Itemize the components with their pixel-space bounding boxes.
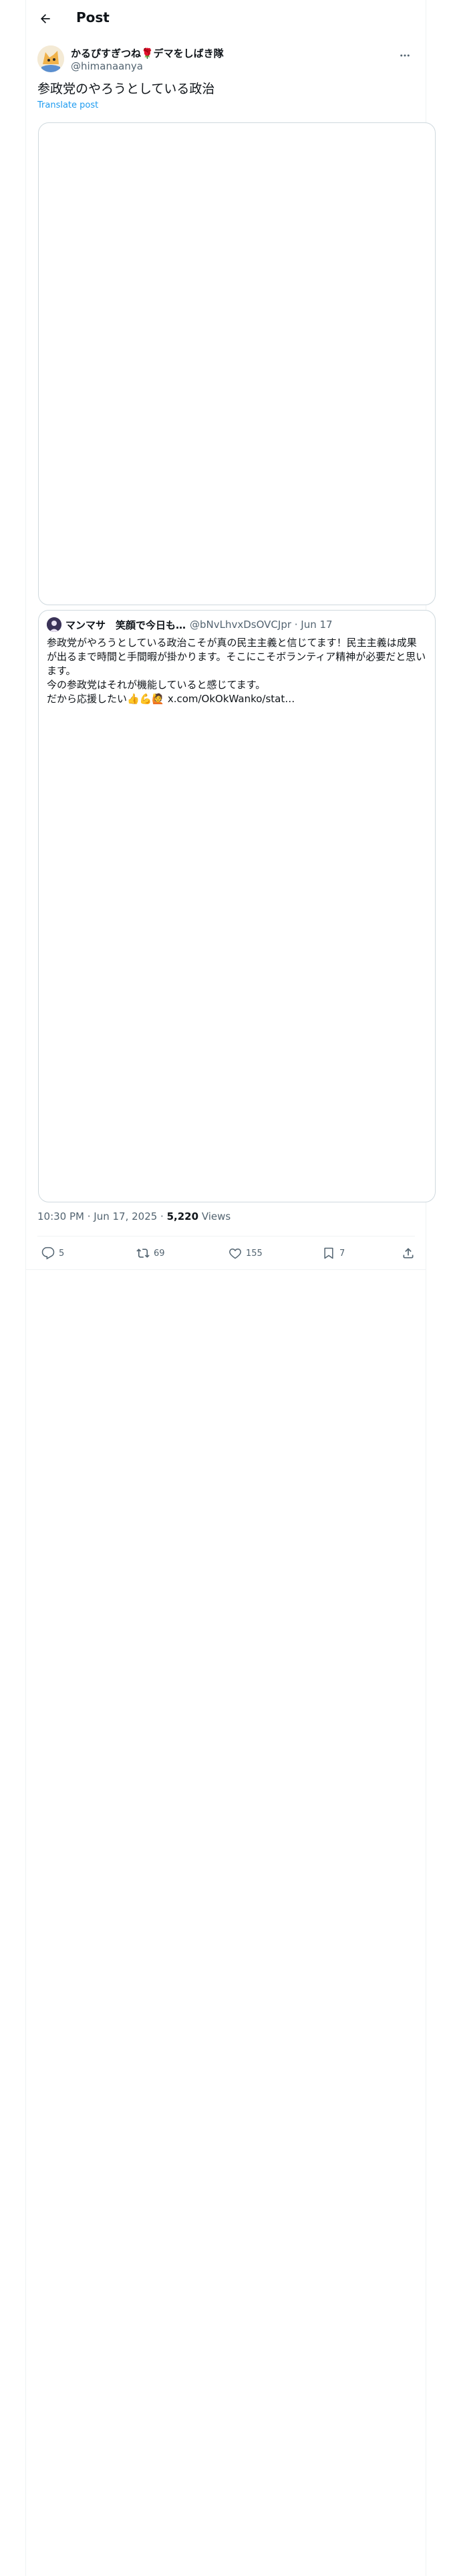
like-count: 155 [246, 1248, 263, 1259]
repost-icon [136, 1249, 150, 1258]
quoted-post[interactable]: マンマサ 笑顔で今日も… @bNvLhvxDsOVCJpr · Jun 17 参… [38, 610, 436, 1202]
back-button[interactable] [34, 7, 57, 30]
quoted-author-name: マンマサ 笑顔で今日も… [65, 619, 186, 631]
repost-button[interactable]: 69 [136, 1241, 165, 1265]
reply-icon [41, 1247, 55, 1260]
quoted-author-avatar [47, 617, 61, 632]
quoted-post-header: マンマサ 笑顔で今日も… @bNvLhvxDsOVCJpr · Jun 17 [47, 617, 333, 632]
share-button[interactable] [402, 1241, 415, 1265]
person-avatar-icon [47, 617, 61, 632]
fox-avatar-icon [37, 45, 64, 72]
post-media[interactable] [38, 122, 436, 605]
more-horizontal-icon [400, 54, 410, 57]
reply-button[interactable]: 5 [41, 1241, 64, 1265]
quoted-post-text: 参政党がやろうとしている政治こそが真の民主主義と信じてます！民主主義は成果が出る… [47, 636, 426, 706]
arrow-left-icon [41, 14, 50, 23]
author-name[interactable]: かるぴすぎつね🌹デマをしばき隊 [71, 46, 224, 60]
quoted-author-handle: @bNvLhvxDsOVCJpr · Jun 17 [190, 619, 333, 631]
bookmark-icon [324, 1247, 333, 1259]
heart-icon [229, 1248, 241, 1259]
post-time[interactable]: 10:30 PM · Jun 17, 2025 · [37, 1210, 167, 1222]
post-text: 参政党のやろうとしている政治 [37, 82, 215, 96]
post-author: かるぴすぎつね🌹デマをしばき隊 @himanaanya [37, 45, 415, 75]
quoted-post-link[interactable]: x.com/OkOkWanko/stat… [168, 693, 295, 705]
share-icon [403, 1248, 414, 1259]
repost-count: 69 [154, 1248, 165, 1259]
views-count: 5,220 [166, 1210, 199, 1222]
divider [25, 1269, 426, 1270]
like-button[interactable]: 155 [229, 1241, 263, 1265]
bookmark-button[interactable]: 7 [322, 1241, 345, 1265]
action-bar: 5 69 155 7 [37, 1241, 415, 1265]
reply-count: 5 [59, 1248, 65, 1259]
author-handle[interactable]: @himanaanya [71, 60, 143, 72]
views-label: Views [198, 1210, 231, 1222]
more-button[interactable] [395, 47, 415, 64]
translate-post-link[interactable]: Translate post [37, 100, 98, 110]
column-border-left [25, 0, 26, 2576]
post-timestamp: 10:30 PM · Jun 17, 2025 · 5,220 Views [37, 1210, 231, 1222]
page-header: Post [25, 0, 426, 35]
divider [37, 1236, 415, 1237]
page-title: Post [76, 9, 110, 25]
bookmark-count: 7 [339, 1248, 345, 1259]
author-avatar[interactable] [37, 45, 64, 72]
